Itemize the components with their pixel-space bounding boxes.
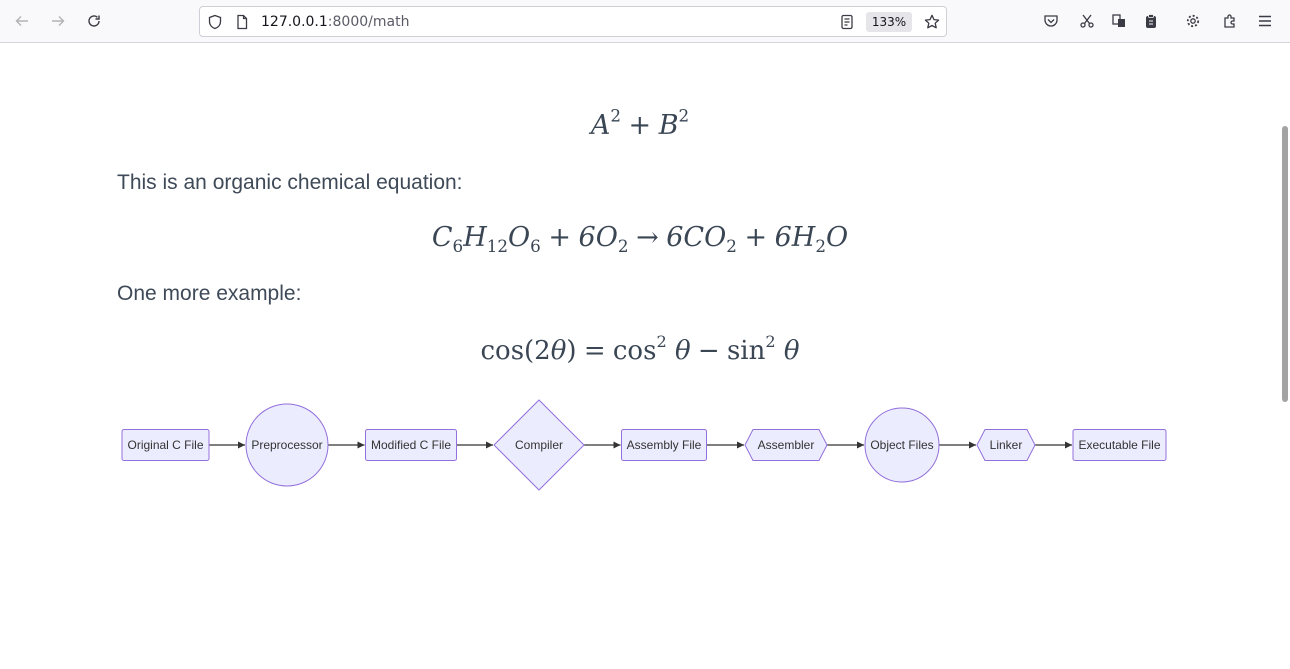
flow-node-executable: Executable File	[1072, 429, 1167, 461]
flow-node-label: Assembler	[758, 438, 815, 452]
flow-node-label: Linker	[990, 438, 1023, 452]
compilation-flowchart: Original C File Preprocessor Modified C Fi…	[121, 399, 1167, 491]
flow-node-label: Compiler	[515, 438, 563, 452]
flow-node-original: Original C File	[121, 429, 210, 461]
flow-node-object: Object Files	[864, 407, 940, 483]
flow-node-compiler: Compiler	[493, 399, 585, 491]
flow-node-label: Modified C File	[371, 438, 451, 452]
flow-node-assembly: Assembly File	[621, 429, 707, 461]
flow-node-assembler: Assembler	[744, 429, 828, 461]
flow-node-label: Original C File	[127, 438, 203, 452]
flow-node-label: Executable File	[1078, 438, 1160, 452]
flow-node-label: Object Files	[870, 438, 933, 452]
flow-node-linker: Linker	[976, 429, 1036, 461]
flow-node-label: Assembly File	[627, 438, 702, 452]
flowchart-nodes: Original C File Preprocessor Modified C Fi…	[121, 399, 1167, 491]
flow-node-label: Preprocessor	[251, 438, 322, 452]
scrollbar-thumb[interactable]	[1282, 126, 1288, 402]
flow-node-modified: Modified C File	[365, 429, 457, 461]
flow-node-preprocessor: Preprocessor	[245, 403, 329, 487]
